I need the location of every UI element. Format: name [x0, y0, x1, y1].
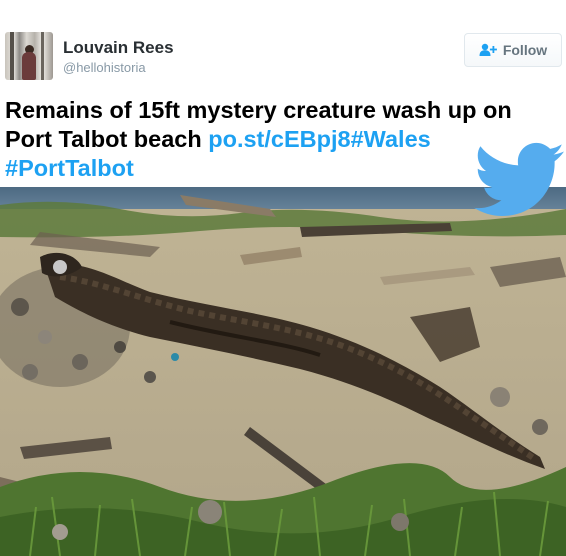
- avatar-tree-trunk: [41, 32, 44, 80]
- twitter-bird-icon: [474, 142, 564, 216]
- follow-label: Follow: [502, 42, 548, 58]
- add-user-icon: [479, 43, 497, 56]
- beach-photo-illustration: [0, 187, 566, 556]
- author-name[interactable]: Louvain Rees: [63, 38, 174, 58]
- follow-button[interactable]: Follow: [464, 33, 562, 67]
- author-handle[interactable]: @hellohistoria: [63, 60, 146, 75]
- avatar-person-body: [22, 52, 36, 80]
- hashtag-porttalbot[interactable]: #PortTalbot: [5, 155, 134, 181]
- hashtag-wales[interactable]: #Wales: [351, 126, 431, 152]
- avatar-tree-trunk: [10, 32, 14, 80]
- author-avatar[interactable]: [5, 32, 53, 80]
- tweet-link[interactable]: po.st/cEBpj8: [208, 126, 350, 152]
- tweet-photo[interactable]: [0, 187, 566, 556]
- tweet-card: Louvain Rees @hellohistoria Follow Remai…: [0, 0, 566, 556]
